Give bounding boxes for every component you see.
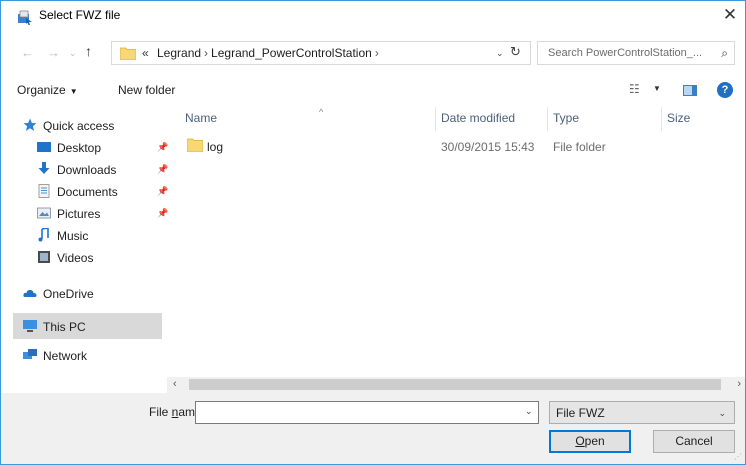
title-bar: Select FWZ file ✕ (1, 1, 745, 31)
column-divider[interactable] (547, 107, 548, 131)
breadcrumb: Legrand › Legrand_PowerControlStation › (157, 46, 382, 60)
back-button[interactable]: ← (21, 45, 34, 60)
sidebar-item-label: This PC (43, 320, 86, 334)
folder-icon (120, 47, 136, 60)
sidebar-item-label: OneDrive (43, 287, 94, 301)
view-options-chevron-icon[interactable]: ▼ (653, 84, 661, 93)
sidebar-item-music[interactable]: Music (37, 225, 166, 247)
scrollbar-thumb[interactable] (189, 379, 721, 390)
breadcrumb-separator[interactable]: › (372, 46, 382, 60)
sidebar-item-label: Pictures (57, 207, 101, 221)
column-divider[interactable] (435, 107, 436, 131)
file-name-field[interactable] (195, 401, 539, 424)
up-button[interactable]: ↑ (85, 43, 92, 59)
open-button[interactable]: Open (549, 430, 631, 453)
close-button[interactable]: ✕ (715, 1, 745, 31)
date-modified-cell: 30/09/2015 15:43 (441, 140, 535, 154)
star-icon (23, 118, 37, 131)
cloud-icon (23, 289, 37, 297)
help-icon[interactable]: ? (717, 82, 733, 98)
sidebar-item-label: Quick access (43, 119, 115, 133)
file-type-select[interactable]: File FWZ ⌄ (549, 401, 735, 424)
file-name-cell: log (207, 140, 224, 154)
sidebar-item-label: Music (57, 229, 89, 243)
column-header-type[interactable]: Type (553, 111, 579, 125)
dialog-footer: File name: ⌄ File FWZ ⌄ Open Cancel ⋰ (1, 393, 745, 464)
scroll-left-icon[interactable]: ‹ (173, 378, 177, 390)
horizontal-scrollbar[interactable]: ‹ › (167, 377, 745, 393)
app-icon (18, 10, 32, 25)
address-bar[interactable]: « Legrand › Legrand_PowerControlStation › ⌄… (111, 41, 531, 65)
sidebar-item-pictures[interactable]: Pictures 📌 (37, 203, 168, 225)
scroll-right-icon[interactable]: › (737, 378, 741, 390)
breadcrumb-separator[interactable]: › (201, 46, 211, 60)
sidebar-item-label: Downloads (57, 163, 117, 177)
cancel-button[interactable]: Cancel (653, 430, 735, 453)
type-cell: File folder (553, 140, 606, 154)
sidebar-item-label: Videos (57, 251, 94, 265)
new-folder-button[interactable]: New folder (118, 83, 175, 97)
column-header-size[interactable]: Size (667, 111, 690, 125)
videos-icon (38, 251, 50, 263)
sidebar-item-downloads[interactable]: Downloads 📌 (37, 159, 168, 181)
search-box[interactable]: Search PowerControlStation_... ⌕ (537, 41, 735, 65)
navigation-pane: Quick access Desktop 📌 Downloads 📌 Docum… (13, 103, 168, 375)
recent-locations-button[interactable]: ⌄ (69, 48, 77, 59)
pictures-icon (37, 207, 51, 219)
forward-button[interactable]: → (47, 45, 60, 60)
chevron-down-icon: ▼ (69, 87, 78, 96)
sidebar-item-onedrive[interactable]: OneDrive (23, 283, 166, 305)
file-list: Name ^ Date modified Type Size log 30/09… (167, 103, 745, 375)
sidebar-item-label: Documents (57, 185, 118, 199)
sidebar-item-network[interactable]: Network (23, 345, 166, 367)
sidebar-item-quick-access[interactable]: Quick access (23, 115, 166, 137)
sort-ascending-icon: ^ (319, 107, 324, 117)
sidebar-item-label: Desktop (57, 141, 102, 155)
sidebar-item-label: Network (43, 349, 88, 363)
sidebar-item-this-pc[interactable]: This PC (13, 313, 162, 339)
download-icon (38, 162, 50, 174)
sidebar-item-documents[interactable]: Documents 📌 (37, 181, 168, 203)
address-dropdown-button[interactable]: ⌄ (496, 48, 504, 59)
column-header-name[interactable]: Name ^ (185, 107, 323, 125)
organize-label: Organize (17, 83, 66, 97)
chevron-down-icon: ⌄ (718, 408, 726, 418)
column-header-date-modified[interactable]: Date modified (441, 111, 515, 125)
network-icon (23, 349, 37, 359)
file-dialog-window: Select FWZ file ✕ ← → ⌄ ↑ « Legrand › Legr… (0, 0, 746, 465)
column-divider[interactable] (661, 107, 662, 131)
computer-icon (23, 320, 37, 332)
documents-icon (38, 184, 50, 198)
breadcrumb-item[interactable]: Legrand_PowerControlStation (211, 46, 372, 60)
command-bar: Organize ▼ New folder ☷ ▼ ? (1, 75, 745, 103)
music-icon (38, 228, 49, 242)
desktop-icon (37, 142, 51, 152)
organize-button[interactable]: Organize ▼ (17, 83, 78, 97)
preview-pane-icon[interactable] (683, 85, 697, 96)
change-view-icon[interactable]: ☷ (629, 82, 640, 96)
resize-grip-icon[interactable]: ⋰ (734, 452, 742, 461)
file-name-dropdown-icon[interactable]: ⌄ (525, 406, 533, 417)
file-type-value: File FWZ (556, 406, 605, 420)
sidebar-item-desktop[interactable]: Desktop 📌 (37, 137, 168, 159)
breadcrumb-overflow[interactable]: « (142, 46, 149, 60)
sidebar-item-videos[interactable]: Videos (37, 247, 166, 269)
search-input[interactable]: Search PowerControlStation_... (548, 47, 702, 59)
address-row: ← → ⌄ ↑ « Legrand › Legrand_PowerControlSt… (1, 37, 745, 67)
folder-icon (187, 138, 203, 152)
window-title: Select FWZ file (39, 8, 121, 22)
table-row[interactable]: log 30/09/2015 15:43 File folder (181, 135, 731, 157)
column-header-label: Name (185, 111, 218, 125)
refresh-icon[interactable]: ↻ (510, 44, 521, 60)
search-icon[interactable]: ⌕ (721, 46, 728, 61)
breadcrumb-item[interactable]: Legrand (157, 46, 201, 60)
